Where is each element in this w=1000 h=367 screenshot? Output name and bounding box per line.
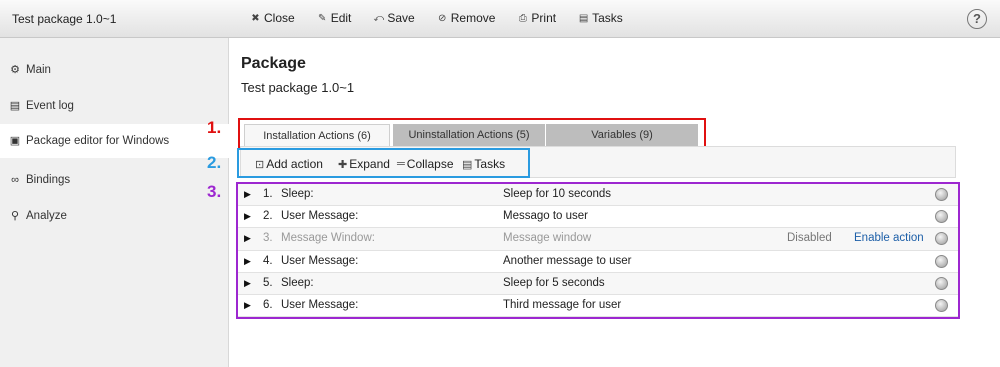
sidebar-item-label: Bindings [26, 174, 71, 186]
sidebar-item-event-log[interactable]: ▤ Event log [0, 89, 229, 123]
action-description: Sleep for 5 seconds [503, 276, 605, 289]
delete-action-icon[interactable] [935, 210, 948, 224]
delete-action-icon[interactable] [935, 232, 948, 246]
action-type: Sleep: [281, 188, 314, 200]
edit-button[interactable]: ✎ Edit [317, 11, 352, 25]
add-action-label: Add action [266, 157, 323, 171]
sidebar-item-main[interactable]: ⚙ Main [0, 53, 229, 87]
action-row[interactable]: ▶ 3. Message Window: Message window Disa… [238, 228, 958, 251]
action-description: Another message to user [503, 254, 632, 267]
expand-triangle-icon[interactable]: ▶ [244, 211, 251, 222]
close-button-label: Close [264, 11, 295, 25]
enable-action-link[interactable]: Enable action [854, 232, 924, 244]
sidebar-item-label: Main [26, 64, 51, 76]
action-row[interactable]: ▶ 5. Sleep: Sleep for 5 seconds [238, 272, 958, 295]
action-row[interactable]: ▶ 2. User Message: Messago to user [238, 206, 958, 229]
package-icon: ▣ [9, 135, 21, 147]
remove-button-label: Remove [450, 11, 496, 25]
action-row[interactable]: ▶ 4. User Message: Another message to us… [238, 250, 958, 273]
expand-icon: ✚ [338, 158, 348, 171]
close-circle-icon: ✖ [251, 12, 260, 24]
sidebar-item-label: Package editor for Windows [26, 135, 170, 147]
expand-button[interactable]: ✚ Expand [338, 157, 390, 171]
save-icon: ⤺ [373, 12, 385, 24]
expand-triangle-icon[interactable]: ▶ [244, 233, 251, 244]
pencil-icon: ✎ [317, 12, 327, 24]
save-button[interactable]: ⤺ Save [373, 11, 415, 25]
step-marker-3: 3. [207, 182, 222, 201]
tab-uninstallation-actions[interactable]: Uninstallation Actions (5) [393, 124, 545, 146]
action-type: Sleep: [281, 276, 314, 289]
tasks-button-label: Tasks [592, 11, 623, 25]
edit-button-label: Edit [330, 11, 352, 25]
expand-triangle-icon[interactable]: ▶ [244, 189, 251, 200]
action-number: 2. [263, 210, 273, 223]
action-type: User Message: [281, 210, 359, 223]
action-number: 6. [263, 299, 273, 311]
action-description: Messago to user [503, 210, 589, 223]
expand-label: Expand [349, 157, 390, 171]
delete-action-icon[interactable] [935, 299, 948, 312]
sidebar-item-label: Event log [26, 100, 74, 112]
tasks-icon: ▤ [578, 12, 589, 24]
action-number: 1. [263, 188, 273, 200]
app-title: Test package 1.0~1 [12, 12, 117, 26]
remove-icon: ⊘ [438, 12, 447, 24]
save-button-label: Save [387, 11, 415, 25]
page-title: Package [241, 55, 306, 72]
expand-triangle-icon[interactable]: ▶ [244, 278, 251, 289]
add-action-icon: ⊡ [255, 158, 265, 171]
close-button[interactable]: ✖ Close [250, 11, 295, 25]
tasks-action-button[interactable]: ▤ Tasks [462, 157, 505, 171]
action-description: Sleep for 10 seconds [503, 188, 612, 200]
action-status: Disabled [787, 232, 832, 245]
tasks-action-label: Tasks [474, 157, 506, 171]
sidebar-item-label: Analyze [26, 210, 67, 222]
tasks-icon: ▤ [462, 158, 473, 171]
expand-triangle-icon[interactable]: ▶ [244, 256, 251, 267]
action-number: 5. [263, 276, 273, 289]
print-button[interactable]: ⎙ Print [517, 11, 556, 25]
link-icon: ∞ [11, 174, 19, 186]
delete-action-icon[interactable] [935, 276, 948, 290]
print-icon: ⎙ [518, 12, 527, 24]
expand-triangle-icon[interactable]: ▶ [244, 300, 251, 311]
action-row[interactable]: ▶ 1. Sleep: Sleep for 10 seconds [238, 184, 958, 207]
delete-action-icon[interactable] [935, 188, 948, 201]
sidebar-item-analyze[interactable]: ⚲ Analyze [0, 199, 229, 233]
print-button-label: Print [531, 11, 557, 25]
delete-action-icon[interactable] [935, 254, 948, 268]
event-log-icon: ▤ [9, 100, 21, 112]
step-marker-1: 1. [207, 118, 222, 137]
action-type: User Message: [281, 299, 359, 311]
toolbar: ✖ Close ✎ Edit ⤺ Save ⊘ Remove ⎙ Print ▤… [250, 0, 645, 36]
action-number: 4. [263, 254, 273, 267]
sidebar-item-package-editor[interactable]: ▣ Package editor for Windows [0, 124, 230, 158]
tab-installation-actions[interactable]: Installation Actions (6) [244, 124, 390, 146]
gears-icon: ⚙ [10, 64, 20, 76]
collapse-button[interactable]: ═ Collapse [397, 157, 454, 171]
action-description: Message window [503, 232, 592, 245]
top-bar: Test package 1.0~1 ✖ Close ✎ Edit ⤺ Save… [0, 0, 1000, 38]
collapse-icon: ═ [397, 158, 405, 170]
tasks-button[interactable]: ▤ Tasks [578, 11, 623, 25]
action-row[interactable]: ▶ 6. User Message: Third message for use… [238, 295, 958, 318]
action-number: 3. [263, 232, 273, 245]
action-type: User Message: [281, 254, 359, 267]
page-subtitle: Test package 1.0~1 [241, 80, 355, 95]
step-marker-2: 2. [207, 153, 222, 172]
action-description: Third message for user [503, 299, 622, 311]
action-type: Message Window: [281, 232, 375, 245]
search-icon: ⚲ [10, 210, 20, 222]
add-action-button[interactable]: ⊡ Add action [255, 157, 323, 171]
help-icon[interactable]: ? [967, 9, 987, 29]
remove-button[interactable]: ⊘ Remove [437, 11, 496, 25]
sidebar: ⚙ Main ▤ Event log ▣ Package editor for … [0, 38, 230, 367]
tab-variables[interactable]: Variables (9) [546, 124, 698, 146]
collapse-label: Collapse [406, 157, 454, 171]
sidebar-item-bindings[interactable]: ∞ Bindings [0, 163, 229, 197]
